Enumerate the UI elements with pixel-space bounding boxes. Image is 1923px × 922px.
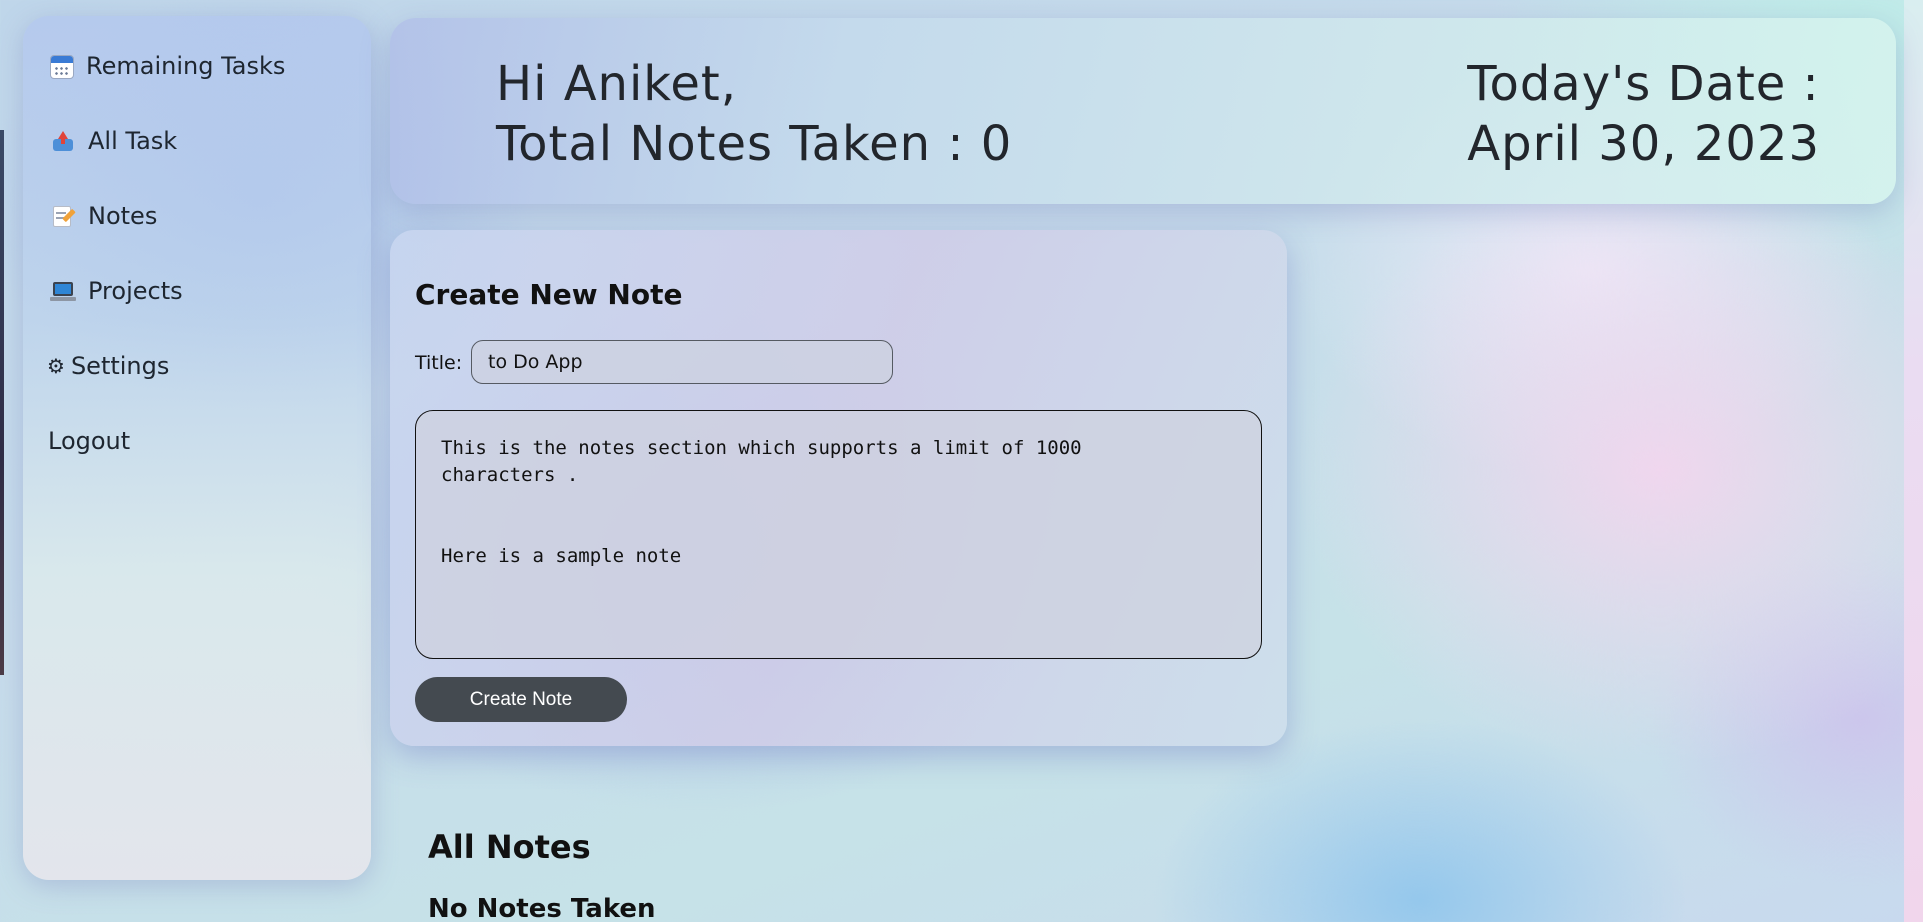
sidebar-item-label: Logout <box>48 427 131 455</box>
sidebar-item-projects[interactable]: Projects <box>50 271 183 311</box>
date-value: April 30, 2023 <box>1467 116 1820 172</box>
sidebar-item-label: Projects <box>88 277 183 305</box>
window-edge-strip <box>0 130 4 675</box>
memo-icon <box>50 203 76 229</box>
note-textarea[interactable]: This is the notes section which supports… <box>415 410 1262 659</box>
title-input[interactable] <box>471 340 893 384</box>
laptop-icon <box>50 278 76 304</box>
sidebar-item-label: Notes <box>88 202 158 230</box>
sidebar-item-label: Remaining Tasks <box>86 52 286 80</box>
all-notes-heading: All Notes <box>428 828 591 866</box>
sidebar-item-settings[interactable]: ⚙ Settings <box>47 346 169 386</box>
inbox-tray-icon <box>50 128 76 154</box>
total-notes-count: Total Notes Taken : 0 <box>496 116 1013 172</box>
no-notes-message: No Notes Taken <box>428 894 656 922</box>
sidebar-item-all-task[interactable]: All Task <box>50 121 177 161</box>
header-card: Hi Aniket, Total Notes Taken : 0 Today's… <box>390 18 1896 204</box>
sidebar-item-logout[interactable]: Logout <box>48 421 130 461</box>
calendar-icon <box>50 55 74 79</box>
sidebar-item-label: All Task <box>88 127 178 155</box>
create-note-card: Create New Note Title: This is the notes… <box>390 230 1287 746</box>
sidebar-item-label: Settings <box>70 352 170 380</box>
sidebar-item-notes[interactable]: Notes <box>50 196 157 236</box>
date-label: Today's Date : <box>1467 56 1820 112</box>
greeting-text: Hi Aniket, <box>496 56 737 112</box>
greeting-block: Hi Aniket, Total Notes Taken : 0 <box>496 54 1012 174</box>
title-label: Title: <box>415 352 463 374</box>
create-note-heading: Create New Note <box>415 278 683 311</box>
sidebar-item-remaining-tasks[interactable]: Remaining Tasks <box>50 46 285 86</box>
create-note-button[interactable]: Create Note <box>415 677 627 722</box>
window-edge-right <box>1904 0 1923 922</box>
gear-icon: ⚙ <box>47 354 65 378</box>
date-block: Today's Date : April 30, 2023 <box>1467 54 1820 174</box>
sidebar: Remaining Tasks All Task Notes Projects … <box>23 16 371 880</box>
